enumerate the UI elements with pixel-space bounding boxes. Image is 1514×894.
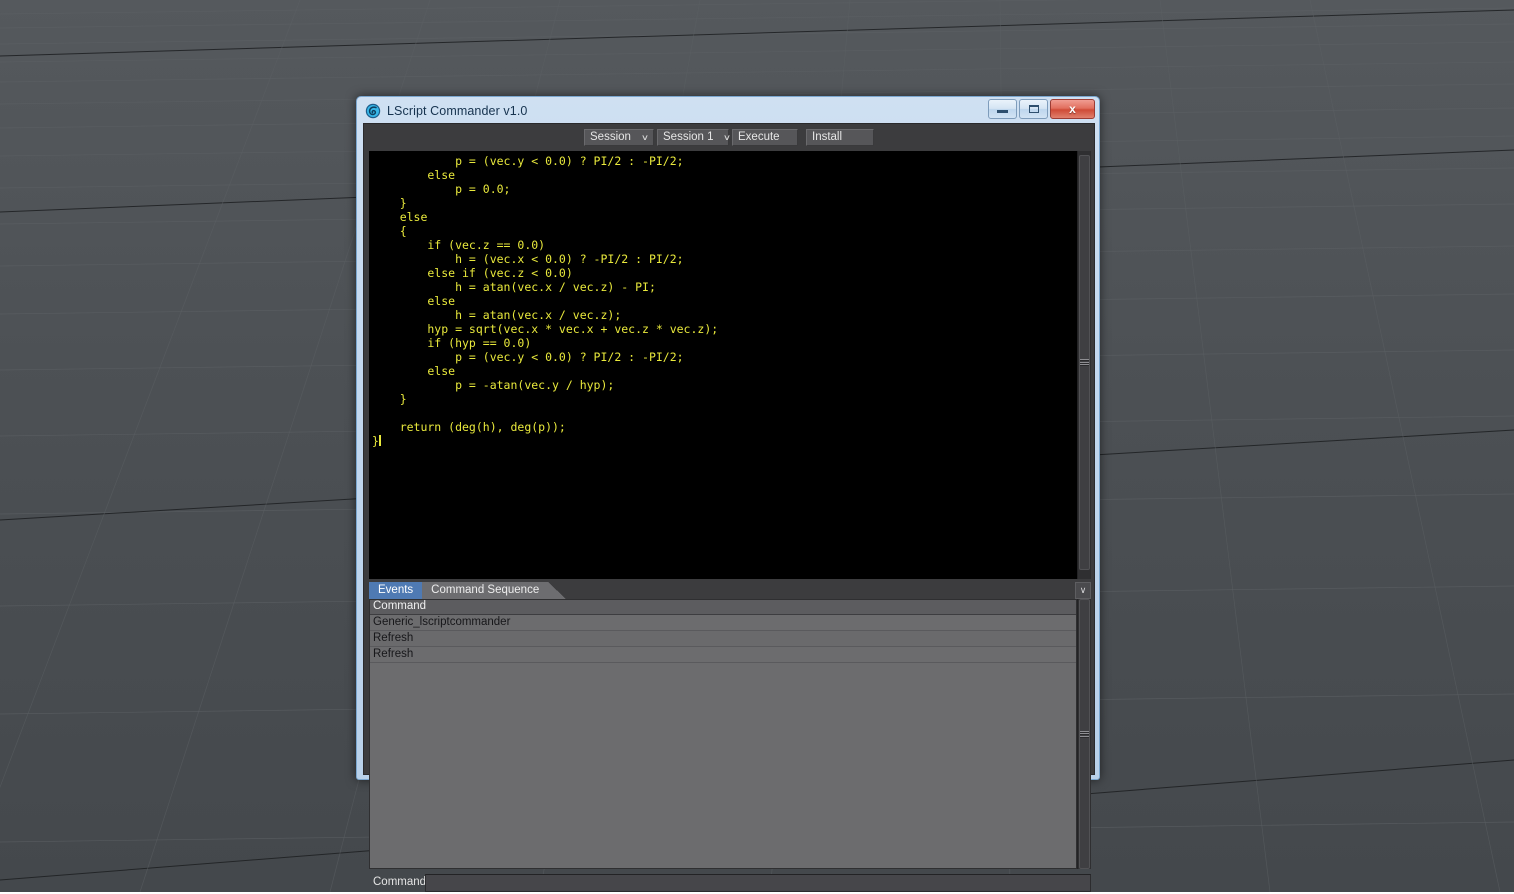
command-bar: Command — [369, 872, 1091, 894]
chevron-down-icon: ∨ — [641, 134, 649, 142]
close-icon: x — [1069, 103, 1076, 115]
minimize-button[interactable] — [988, 99, 1017, 119]
script-code-text: p = (vec.y < 0.0) ? PI/2 : -PI/2; else p… — [372, 154, 718, 448]
tabstrip-notch — [548, 582, 566, 599]
lightwave-swirl-icon — [365, 103, 381, 119]
table-row[interactable]: Generic_lscriptcommander — [370, 615, 1076, 631]
window-client-area: Session ∨ Session 1 ∨ Execute Install p … — [363, 123, 1095, 775]
editor-vertical-scrollbar[interactable] — [1077, 151, 1091, 579]
session-number-dropdown[interactable]: Session 1 ∨ — [657, 129, 729, 146]
grip-icon — [1080, 731, 1089, 738]
panel-tabstrip: Events Command Sequence ∨ — [369, 580, 1091, 599]
event-list[interactable]: Command Generic_lscriptcommander Refresh… — [369, 599, 1077, 869]
chevron-down-icon: ∨ — [1080, 585, 1087, 596]
install-button[interactable]: Install — [806, 129, 874, 146]
command-input[interactable] — [425, 874, 1091, 892]
panel-collapse-button[interactable]: ∨ — [1075, 582, 1091, 599]
command-label: Command — [369, 877, 425, 889]
chevron-down-icon: ∨ — [722, 134, 730, 142]
tab-events[interactable]: Events — [369, 582, 422, 599]
list-scroll-thumb[interactable] — [1079, 599, 1090, 869]
tab-command-sequence[interactable]: Command Sequence — [422, 582, 548, 599]
session-type-dropdown[interactable]: Session ∨ — [584, 129, 654, 146]
text-cursor — [379, 435, 381, 446]
lscript-commander-window[interactable]: LScript Commander v1.0 x Session ∨ Sessi… — [356, 96, 1100, 780]
maximize-button[interactable] — [1019, 99, 1048, 119]
editor-scroll-thumb[interactable] — [1079, 155, 1090, 570]
session-number-value: Session 1 — [663, 132, 714, 144]
close-button[interactable]: x — [1050, 99, 1095, 119]
session-type-value: Session — [590, 132, 631, 144]
table-row[interactable]: Refresh — [370, 647, 1076, 663]
event-list-vertical-scrollbar[interactable] — [1077, 599, 1091, 869]
event-list-panel: Command Generic_lscriptcommander Refresh… — [369, 599, 1091, 869]
script-code-area[interactable]: p = (vec.y < 0.0) ? PI/2 : -PI/2; else p… — [369, 151, 1077, 579]
toolbar: Session ∨ Session 1 ∨ Execute Install — [364, 124, 1094, 147]
window-title: LScript Commander v1.0 — [387, 104, 527, 118]
script-editor-panel: p = (vec.y < 0.0) ? PI/2 : -PI/2; else p… — [369, 151, 1091, 579]
window-titlebar[interactable]: LScript Commander v1.0 x — [357, 97, 1099, 125]
maximize-icon — [1029, 105, 1039, 113]
minimize-icon — [997, 110, 1008, 113]
table-row[interactable]: Refresh — [370, 631, 1076, 647]
window-controls: x — [988, 99, 1095, 119]
grip-icon — [1080, 359, 1089, 366]
column-header-command[interactable]: Command — [370, 600, 1076, 615]
execute-button[interactable]: Execute — [732, 129, 798, 146]
